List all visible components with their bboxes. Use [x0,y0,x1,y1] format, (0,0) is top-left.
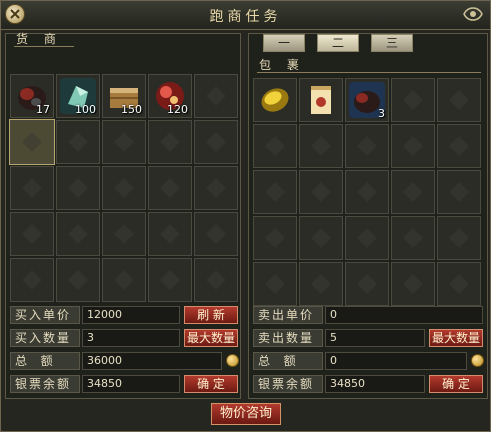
max-quantity-button[interactable]: 最大数量 [429,329,483,347]
confirm-sell-button[interactable]: 确 定 [429,375,483,393]
buy-price-field[interactable]: 12000 [82,306,180,324]
empty-slot[interactable] [148,120,192,164]
empty-slot[interactable] [56,120,100,164]
empty-slot[interactable] [253,170,297,214]
tab-3[interactable]: 三 [371,34,413,52]
ornament-icon [463,7,483,21]
title-bar[interactable]: 跑商任务 [1,1,490,30]
sell-balance-label: 银票余额 [253,375,323,393]
empty-slot[interactable] [56,212,100,256]
empty-slot[interactable] [345,124,389,168]
empty-slot[interactable] [253,124,297,168]
empty-slot[interactable] [253,262,297,306]
sell-total-label: 总 额 [253,352,323,370]
empty-slot[interactable] [56,166,100,210]
bag-slot[interactable]: 3 [345,78,389,122]
bag-slot[interactable] [253,78,297,122]
merchant-slot[interactable]: 100 [56,74,100,118]
coin-icon [226,354,239,367]
empty-slot[interactable] [437,262,481,306]
bag-rule [257,72,481,73]
bag-label: 包 裹 [259,58,305,72]
merchant-slot[interactable]: 17 [10,74,54,118]
empty-slot[interactable] [56,258,100,302]
merchant-header: 货 商 [6,32,240,74]
item-quantity: 100 [75,103,96,116]
scroll-document-icon [311,86,331,114]
merchant-slot[interactable]: 120 [148,74,192,118]
merchant-panel: 货 商 17 100 150 120 买入单价 12000 刷 新 买入数量 3… [5,32,241,399]
empty-slot[interactable] [102,212,146,256]
confirm-buy-button[interactable]: 确 定 [184,375,238,393]
balance-field: 34850 [82,375,180,393]
total-field: 36000 [82,352,222,370]
item-quantity: 150 [121,103,142,116]
empty-slot[interactable] [102,166,146,210]
empty-slot[interactable] [148,212,192,256]
item-quantity: 17 [36,103,50,116]
empty-slot[interactable] [102,120,146,164]
empty-slot[interactable] [299,262,343,306]
item-quantity: 120 [167,103,188,116]
empty-slot[interactable] [194,120,238,164]
selected-slot[interactable] [9,119,55,165]
window-title: 跑商任务 [209,9,282,25]
trade-task-window: 跑商任务 货 商 17 100 150 120 买入单价 12000 刷 新 买… [0,0,491,432]
empty-slot[interactable] [10,258,54,302]
empty-slot[interactable] [437,124,481,168]
empty-slot[interactable] [253,216,297,260]
sell-total-field: 0 [325,352,467,370]
empty-slot[interactable] [148,258,192,302]
merchant-slot[interactable]: 150 [102,74,146,118]
empty-slot[interactable] [391,262,435,306]
total-label: 总 额 [10,352,80,370]
empty-slot[interactable] [391,170,435,214]
buy-qty-field[interactable]: 3 [82,329,180,347]
sell-qty-label: 卖出数量 [253,329,323,347]
sell-balance-field: 34850 [325,375,425,393]
empty-slot[interactable] [391,78,435,122]
tab-2[interactable]: 二 [317,34,359,52]
refresh-button[interactable]: 刷 新 [184,306,238,324]
empty-slot[interactable] [345,216,389,260]
merchant-grid: 17 100 150 120 [9,74,238,302]
empty-slot[interactable] [437,170,481,214]
empty-slot[interactable] [299,170,343,214]
empty-slot[interactable] [299,124,343,168]
empty-slot[interactable] [10,212,54,256]
empty-slot[interactable] [194,74,238,118]
merchant-label: 货 商 [16,32,62,46]
coin-icon [471,354,484,367]
sell-price-field[interactable]: 0 [325,306,483,324]
max-quantity-button[interactable]: 最大数量 [184,329,238,347]
empty-slot[interactable] [345,170,389,214]
buy-price-label: 买入单价 [10,306,80,324]
empty-slot[interactable] [391,216,435,260]
empty-slot[interactable] [437,216,481,260]
empty-slot[interactable] [437,78,481,122]
merchant-rule [14,46,74,47]
empty-slot[interactable] [194,212,238,256]
balance-label: 银票余额 [10,375,80,393]
sell-qty-field[interactable]: 5 [325,329,425,347]
empty-slot[interactable] [102,258,146,302]
bag-panel: 一 二 三 包 裹 3 卖出单价 0 卖出数量 5 最大数量 总 额 0 银票余… [248,33,488,399]
golden-gem-icon [261,88,289,112]
tab-1[interactable]: 一 [263,34,305,52]
empty-slot[interactable] [10,166,54,210]
bag-slot[interactable] [299,78,343,122]
price-inquiry-button[interactable]: 物价咨询 [211,403,281,425]
empty-slot[interactable] [148,166,192,210]
empty-slot[interactable] [194,258,238,302]
empty-slot[interactable] [345,262,389,306]
empty-slot[interactable] [194,166,238,210]
buy-qty-label: 买入数量 [10,329,80,347]
item-quantity: 3 [378,107,385,120]
bag-grid: 3 [253,78,481,306]
empty-slot[interactable] [299,216,343,260]
empty-slot[interactable] [391,124,435,168]
sell-price-label: 卖出单价 [253,306,323,324]
